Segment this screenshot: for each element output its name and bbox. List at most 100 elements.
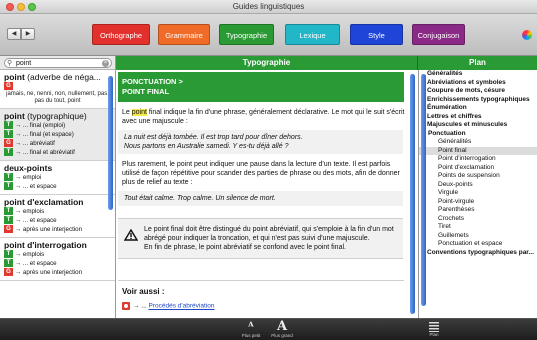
plan-item-label: Point final xyxy=(438,146,467,154)
see-also-entry[interactable]: → ... Procédés d'abréviation xyxy=(122,302,400,310)
plan-item-label: Ponctuation xyxy=(428,129,466,137)
category-typographie-button[interactable]: Typographie xyxy=(219,24,274,45)
orthographe-link-icon xyxy=(122,302,130,310)
search-bar-area: ⚲ point × xyxy=(0,56,116,70)
search-highlight: point xyxy=(131,109,147,116)
entry-link-label: → après une interjection xyxy=(15,226,83,233)
plan-subitem[interactable]: Ponctuation et espace xyxy=(419,240,537,249)
entry-link[interactable]: G → après une interjection xyxy=(4,268,111,277)
see-also-title: Voir aussi : xyxy=(122,287,165,296)
plan-subitem[interactable]: Point-virgule xyxy=(419,198,537,207)
plan-section-item[interactable]: Abréviations et symboles xyxy=(419,79,537,88)
forward-button[interactable]: ▶ xyxy=(21,28,35,40)
plan-subitem[interactable]: Crochets xyxy=(419,215,537,224)
entry-link[interactable]: T → ... final (emploi) xyxy=(4,121,111,130)
entry-link[interactable]: T → ... final et abréviatif xyxy=(4,148,111,157)
results-scrollbar[interactable] xyxy=(108,76,113,210)
plan-item-label: Point d'interrogation xyxy=(438,155,496,162)
plan-subitem[interactable]: Parenthèses xyxy=(419,206,537,215)
plan-subitem[interactable]: Point d'exclamation xyxy=(419,164,537,173)
typographie-badge-icon: T xyxy=(4,173,13,182)
entry-link[interactable]: T → ... et espace xyxy=(4,182,111,191)
search-input[interactable]: point xyxy=(16,59,31,68)
list-icon xyxy=(429,322,439,332)
list-item[interactable]: point d'interrogation T → emplois T → ... … xyxy=(0,238,115,281)
toolbar: ◀ ▶ Orthographe Grammaire Typographie Le… xyxy=(0,14,537,56)
typographie-badge-icon: T xyxy=(4,182,13,191)
entry-link-label: → ... et espace xyxy=(15,260,57,267)
plan-section-item[interactable]: Énumération xyxy=(419,104,537,113)
clear-search-icon[interactable]: × xyxy=(102,60,109,67)
plan-item-label: Lettres et chiffres xyxy=(427,112,482,120)
entry-word: point xyxy=(4,111,25,121)
search-field[interactable]: ⚲ point × xyxy=(4,58,112,68)
entry-link[interactable]: T → ... final (et espace) xyxy=(4,130,111,139)
results-list: point (adverbe de néga... G jamais, ne, … xyxy=(0,70,116,318)
smaller-text-button[interactable]: ᴬ Plus petit xyxy=(238,321,264,339)
plan-subitem[interactable]: Point d'interrogation xyxy=(419,155,537,164)
list-item[interactable]: point (typographique) T → ... final (empl… xyxy=(0,109,115,161)
back-button[interactable]: ◀ xyxy=(7,28,21,40)
plan-toggle-button[interactable]: Plan xyxy=(427,321,441,337)
category-style-button[interactable]: Style xyxy=(350,24,403,45)
plan-section-item[interactable]: Lettres et chiffres xyxy=(419,113,537,122)
entry-kind: (typographique) xyxy=(27,111,87,121)
entry-link-label: → ... abréviatif xyxy=(15,140,55,147)
breadcrumb[interactable]: PONCTUATION > xyxy=(122,77,400,87)
entry-link[interactable]: T → emplois xyxy=(4,207,111,216)
plan-tree: Généralités Abréviations et symboles Coupu… xyxy=(418,70,537,318)
plan-subitem[interactable]: Tiret xyxy=(419,223,537,232)
bottom-bar: ᴬ Plus petit A Plus grand Plan xyxy=(0,318,537,340)
plan-section-item[interactable]: Ponctuation xyxy=(419,130,537,139)
article-body: Le point final indique la fin d'une phra… xyxy=(118,108,405,259)
entry-link[interactable]: T → ... et espace xyxy=(4,259,111,268)
entry-link[interactable]: G → ... abréviatif xyxy=(4,139,111,148)
list-item[interactable]: deux-points T → emploi T → ... et espace xyxy=(0,161,115,195)
category-orthographe-button[interactable]: Orthographe xyxy=(92,24,150,45)
category-grammaire-button[interactable]: Grammaire xyxy=(158,24,210,45)
plan-item-label: Point d'exclamation xyxy=(438,163,495,171)
entry-link[interactable]: G xyxy=(4,82,111,91)
entry-link-label: → emploi xyxy=(15,174,42,181)
entry-link-label: → ... et espace xyxy=(15,217,57,224)
plan-section-item[interactable]: Généralités xyxy=(419,70,537,79)
plan-section-item[interactable]: Conventions typographiques par... xyxy=(419,249,537,258)
entry-link[interactable]: T → emplois xyxy=(4,250,111,259)
plan-item-label: Point-virgule xyxy=(438,197,475,205)
category-lexique-button[interactable]: Lexique xyxy=(285,24,340,45)
plan-item-label: Points de suspension xyxy=(438,172,500,179)
plan-item-label: Parenthèses xyxy=(438,206,475,213)
entry-link-label: → après une interjection xyxy=(15,269,83,276)
plan-scrollbar[interactable] xyxy=(421,74,426,306)
plan-section-item[interactable]: Enrichissements typographiques xyxy=(419,96,537,105)
list-item[interactable]: point (adverbe de néga... G jamais, ne, … xyxy=(0,70,115,109)
entry-link-label: → ... final et abréviatif xyxy=(15,149,75,156)
plan-item-label: Majuscules et minuscules xyxy=(427,121,508,128)
plan-subitem[interactable]: Points de suspension xyxy=(419,172,537,181)
see-also-link[interactable]: Procédés d'abréviation xyxy=(149,303,215,310)
plan-section-item[interactable]: Coupure de mots, césure xyxy=(419,87,537,96)
plan-subitem[interactable]: Généralités xyxy=(419,138,537,147)
plan-item-label: Ponctuation et espace xyxy=(438,240,503,247)
category-conjugaison-button[interactable]: Conjugaison xyxy=(412,24,465,45)
plan-subitem[interactable]: Point final xyxy=(419,146,537,155)
color-wheel-icon[interactable] xyxy=(522,30,532,40)
plan-subitem[interactable]: Virgule xyxy=(419,189,537,198)
warning-icon xyxy=(124,229,138,241)
list-item[interactable]: point d'exclamation T → emplois T → ... et… xyxy=(0,195,115,238)
article-scrollbar[interactable] xyxy=(410,74,415,314)
window-title: Guides linguistiques xyxy=(232,2,305,11)
entry-link-label: → ... final (et espace) xyxy=(15,131,74,138)
plan-subitem[interactable]: Guillemets xyxy=(419,232,537,241)
entry-kind: (adverbe de néga... xyxy=(27,72,101,82)
plan-section-item[interactable]: Majuscules et minuscules xyxy=(419,121,537,130)
plan-item-label: Tiret xyxy=(438,223,451,230)
example-block: Tout était calme. Trop calme. Un silence… xyxy=(118,191,403,206)
entry-link-label: → emplois xyxy=(15,208,45,215)
entry-link[interactable]: G → après une interjection xyxy=(4,225,111,234)
entry-word: point d'interrogation xyxy=(4,240,87,250)
entry-link[interactable]: T → emploi xyxy=(4,173,111,182)
entry-link[interactable]: T → ... et espace xyxy=(4,216,111,225)
larger-text-button[interactable]: A Plus grand xyxy=(268,320,296,338)
plan-subitem[interactable]: Deux-points xyxy=(419,181,537,190)
